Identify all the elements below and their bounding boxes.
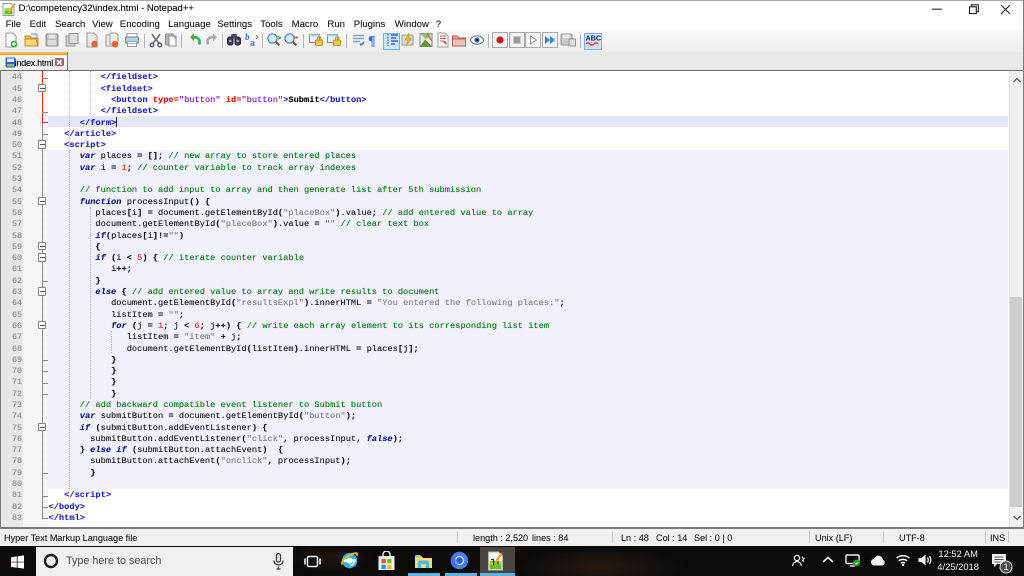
svg-text:a: a <box>250 38 255 48</box>
svg-text:ABC: ABC <box>586 34 602 43</box>
svg-text:1: 1 <box>1003 562 1008 572</box>
svg-text:¶: ¶ <box>368 34 376 48</box>
